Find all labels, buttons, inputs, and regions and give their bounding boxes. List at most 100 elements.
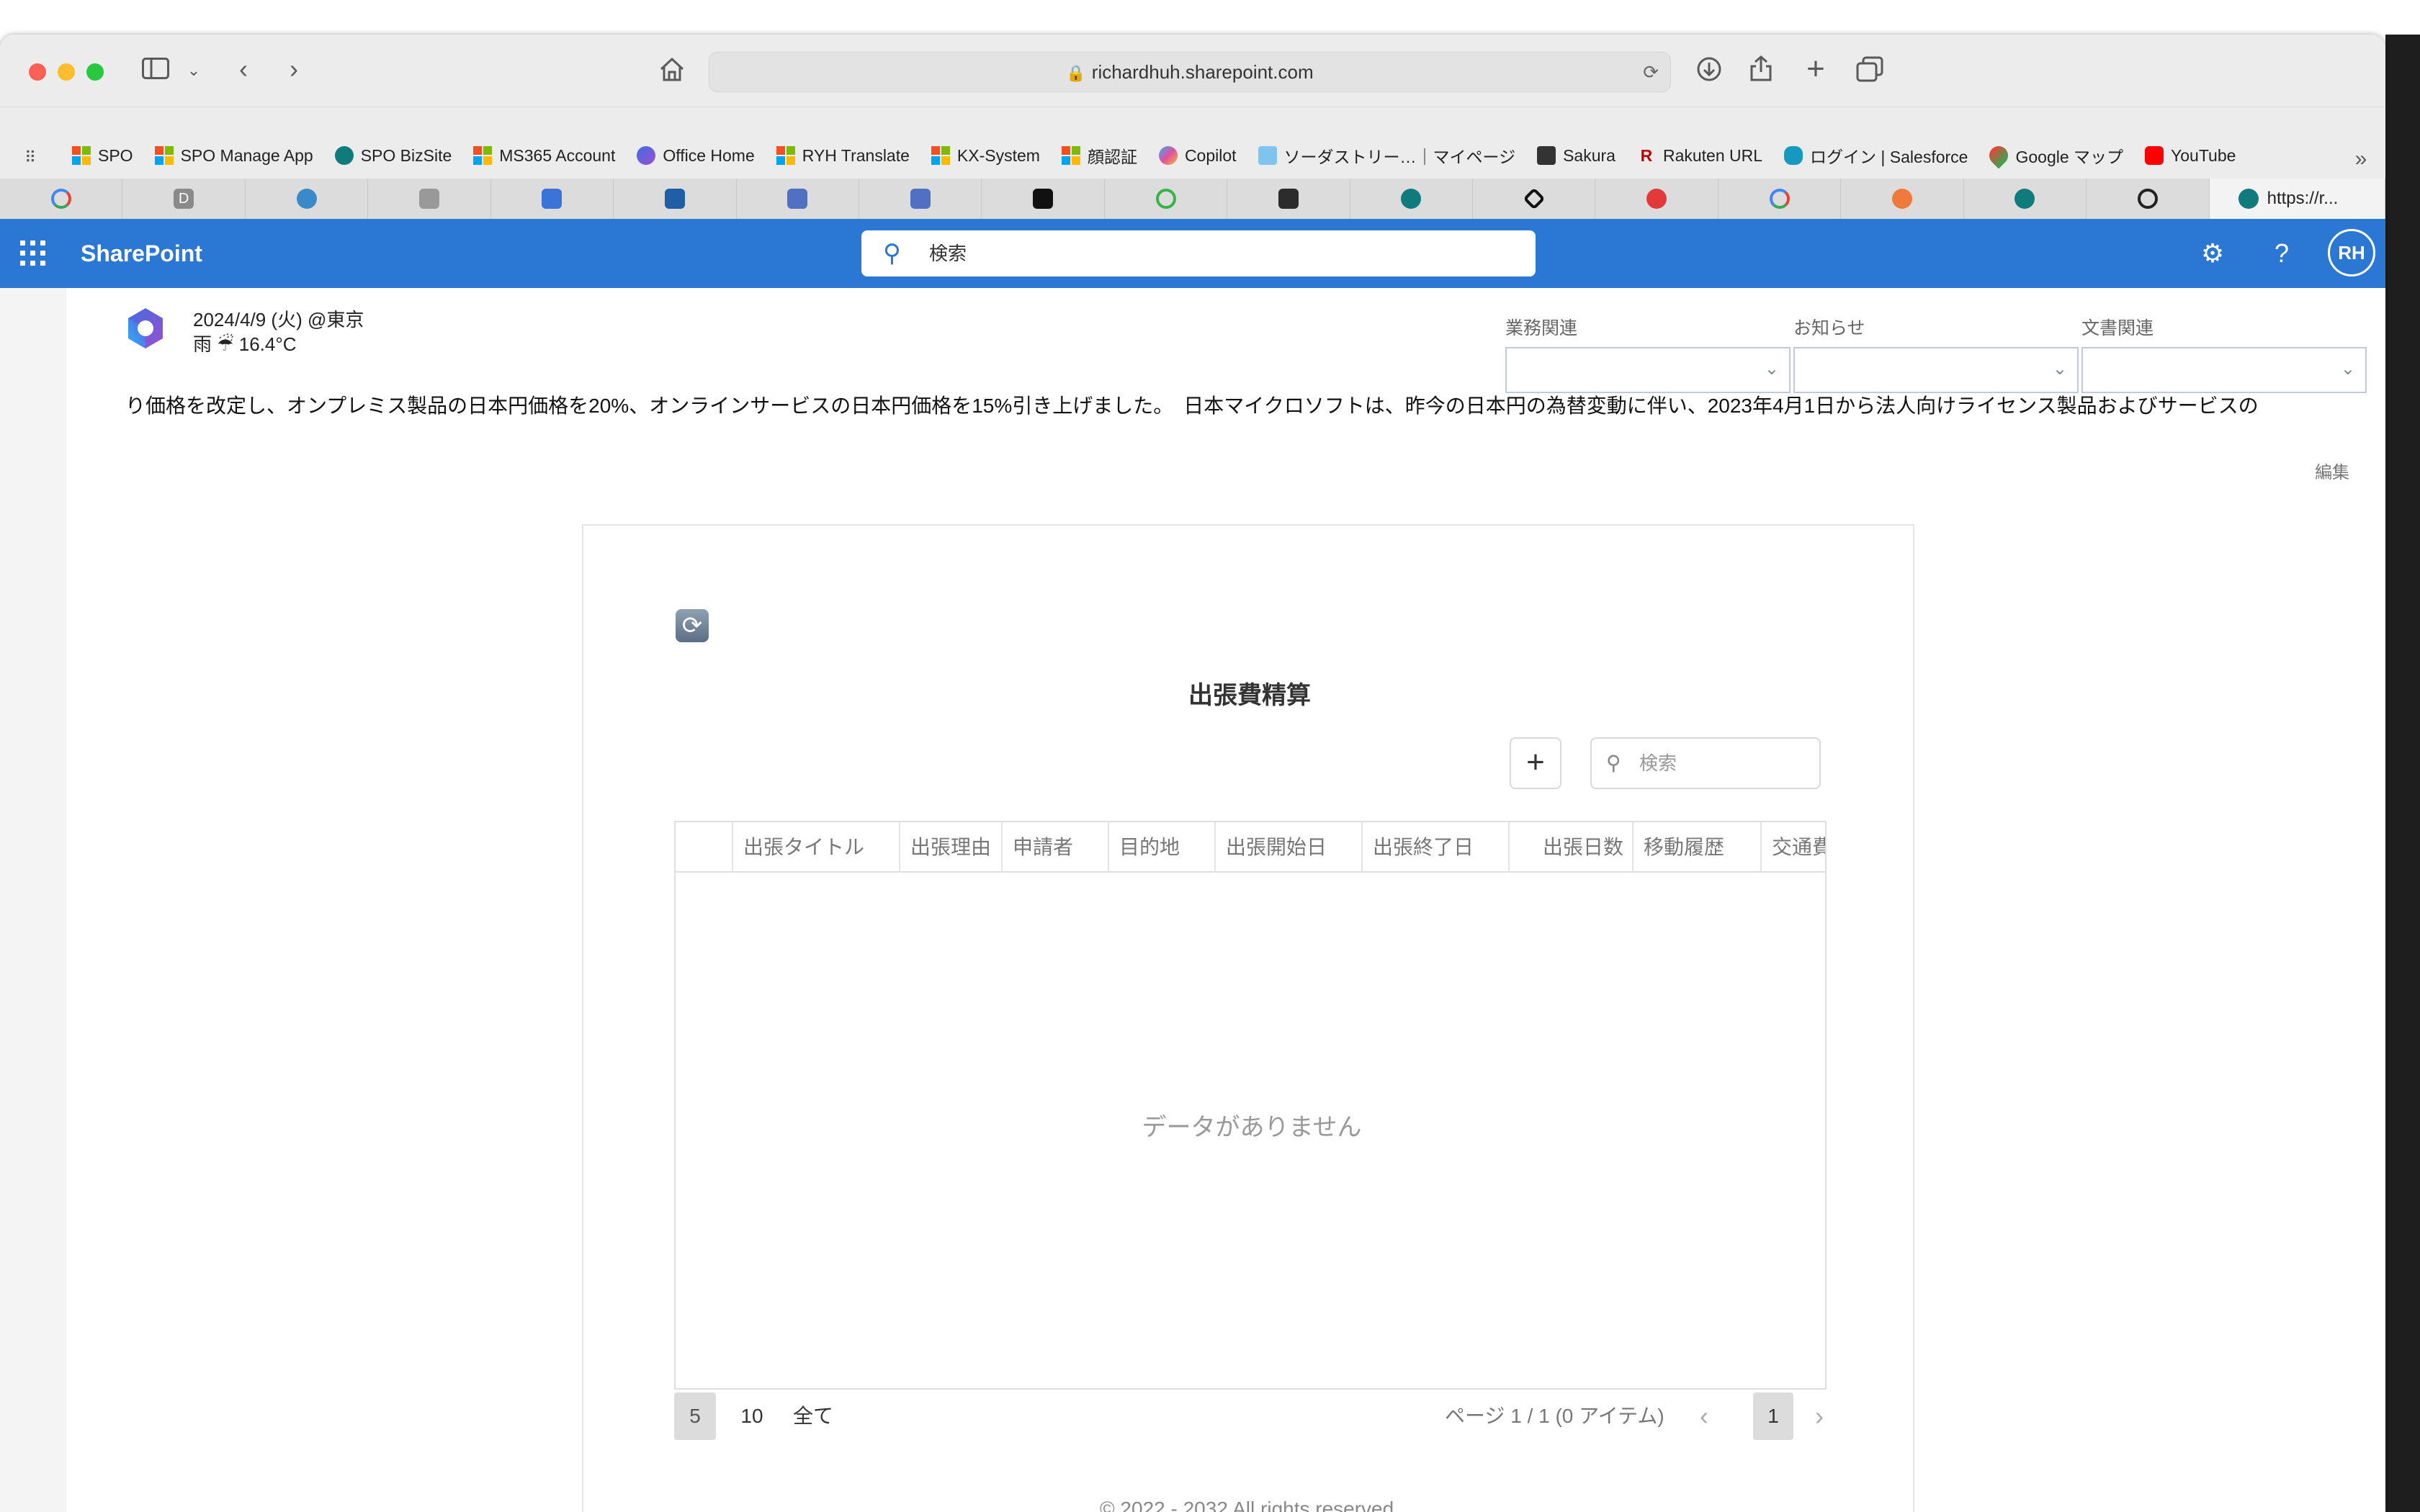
tab-openai[interactable] (2087, 179, 2210, 219)
address-bar[interactable]: 🔒 richardhuh.sharepoint.com ⟳ (709, 52, 1671, 92)
chevron-down-icon: ⌄ (2340, 359, 2355, 379)
bookmark-item[interactable]: Google マップ (1986, 142, 2123, 169)
bookmark-label: 顔認証 (1087, 148, 1137, 166)
bookmark-item[interactable]: 顔認証 (1061, 143, 1137, 168)
bookmark-item[interactable]: YouTube (2145, 143, 2236, 168)
column-header[interactable]: 出張終了日 (1363, 822, 1510, 873)
bookmark-label: RYH Translate (802, 145, 910, 165)
help-icon[interactable]: ? (2266, 219, 2298, 288)
salesforce-icon (1784, 146, 1803, 165)
forward-icon[interactable]: › (281, 55, 307, 84)
bookmark-item[interactable]: Office Home (637, 143, 755, 168)
bookmark-item[interactable]: MS365 Account (473, 143, 615, 168)
bookmark-item[interactable]: Sakura (1537, 143, 1615, 168)
column-header[interactable]: 申請者 (1003, 822, 1109, 873)
bookmark-item[interactable]: RYH Translate (776, 143, 910, 168)
sidebar-toggle-icon[interactable] (140, 56, 171, 85)
dark-app-icon (1278, 189, 1299, 209)
share-icon[interactable] (1746, 55, 1776, 88)
bookmark-item[interactable]: SPO Manage App (154, 143, 313, 168)
tab-sharepoint-2[interactable] (1964, 179, 2087, 219)
bookmark-item[interactable]: Copilot (1158, 143, 1237, 168)
page-number-button[interactable]: 1 (1753, 1392, 1793, 1440)
bookmark-item[interactable]: KX-System (931, 143, 1040, 168)
chevron-down-icon: ⌄ (1764, 359, 1779, 379)
new-tab-icon[interactable]: + (1801, 53, 1831, 85)
codepen-icon (1523, 187, 1546, 210)
youtube-icon (2145, 146, 2164, 165)
tab-green[interactable] (1105, 179, 1228, 219)
chevron-down-icon[interactable]: ⌄ (183, 56, 205, 85)
m365-icon (637, 146, 656, 165)
edit-link[interactable]: 編集 (2315, 458, 2349, 483)
bookmark-item[interactable]: R Rakuten URL (1637, 143, 1762, 168)
refresh-green-icon (1155, 189, 1176, 209)
app-launcher-icon[interactable] (20, 240, 46, 266)
tab-google[interactable] (0, 179, 123, 219)
tab-google-2[interactable] (1718, 179, 1842, 219)
tab-d[interactable]: D (122, 179, 246, 219)
travel-expense-app: ⟳ 出張費精算 + ⚲ 検索 出張タイトル 出張理由 申請者 目的地 出張開始日 (582, 524, 1914, 1512)
tab-image[interactable] (368, 179, 491, 219)
tab-wordpress[interactable] (246, 179, 369, 219)
translate-reload-icons[interactable]: ⟳ (1643, 53, 1659, 91)
refresh-icon[interactable]: ⟳ (676, 609, 709, 642)
column-header[interactable]: 出張開始日 (1216, 822, 1363, 873)
bookmark-list: SPO SPO Manage App SPO BizSite MS365 Accoun… (0, 107, 2257, 179)
business-dropdown[interactable]: ⌄ (1505, 347, 1791, 393)
add-item-button[interactable]: + (1510, 737, 1561, 789)
tab-sheets[interactable] (491, 179, 614, 219)
user-avatar[interactable]: RH (2328, 229, 2375, 276)
settings-gear-icon[interactable]: ⚙ (2197, 219, 2228, 288)
column-header[interactable]: 目的地 (1109, 822, 1216, 873)
tab-sharepoint-1[interactable] (1350, 179, 1474, 219)
wordpress-icon (296, 189, 317, 209)
microsoft-icon (931, 146, 950, 165)
close-window-button[interactable] (29, 63, 46, 81)
tab-t-2[interactable] (859, 179, 982, 219)
dropdown-label-business: 業務関連 (1505, 318, 1578, 338)
more-bookmarks-icon[interactable]: » (2349, 145, 2372, 174)
column-header[interactable]: 出張日数 (1510, 822, 1634, 873)
previous-page-icon[interactable]: ‹ (1700, 1392, 1708, 1440)
maps-icon (1986, 142, 2012, 169)
sharepoint-icon (2015, 189, 2035, 209)
table-search-input[interactable]: ⚲ 検索 (1590, 737, 1821, 789)
microsoft-icon (473, 146, 493, 165)
tab-nhk[interactable] (614, 179, 737, 219)
maximize-window-button[interactable] (86, 63, 104, 81)
tab-notion[interactable] (982, 179, 1105, 219)
tab-active-sharepoint[interactable]: https://r... (2209, 179, 2385, 219)
minimize-window-button[interactable] (58, 63, 75, 81)
bookmark-item[interactable]: SPO BizSite (334, 143, 452, 168)
tab-red[interactable] (1595, 179, 1718, 219)
home-icon[interactable] (655, 56, 689, 88)
download-icon[interactable] (1694, 56, 1724, 88)
tab-dark[interactable] (1227, 179, 1350, 219)
bookmark-item[interactable]: ソーダストリー…｜マイページ (1258, 143, 1515, 168)
next-page-icon[interactable]: › (1815, 1392, 1824, 1440)
news-dropdown[interactable]: ⌄ (1793, 347, 2079, 393)
page-size-5[interactable]: 5 (674, 1392, 716, 1440)
column-header[interactable]: 出張タイトル (733, 822, 900, 873)
sakura-icon (1537, 146, 1556, 165)
column-header[interactable]: 出張理由 (900, 822, 1003, 873)
image-icon (418, 189, 439, 209)
tab-t-1[interactable] (737, 179, 859, 219)
documents-dropdown[interactable]: ⌄ (2081, 347, 2367, 393)
dropdown-label-news: お知らせ (1793, 318, 1865, 338)
sharepoint-title[interactable]: SharePoint (81, 219, 202, 288)
back-icon[interactable]: ‹ (230, 55, 256, 84)
sharepoint-search-input[interactable]: ⚲ 検索 (861, 230, 1536, 276)
column-header[interactable]: 交通費 (1762, 822, 1825, 873)
m365-logo-icon (128, 308, 163, 348)
page-size-10[interactable]: 10 (732, 1392, 772, 1440)
page-size-all[interactable]: 全て (789, 1392, 837, 1440)
select-column-header[interactable] (676, 822, 733, 873)
bookmark-item[interactable]: ログイン | Salesforce (1784, 143, 1968, 168)
tab-codepen[interactable] (1473, 179, 1596, 219)
tab-orange[interactable] (1841, 179, 1964, 219)
tab-overview-icon[interactable] (1854, 56, 1886, 88)
column-header[interactable]: 移動履歴 (1634, 822, 1762, 873)
bookmark-item[interactable]: SPO (72, 143, 133, 168)
